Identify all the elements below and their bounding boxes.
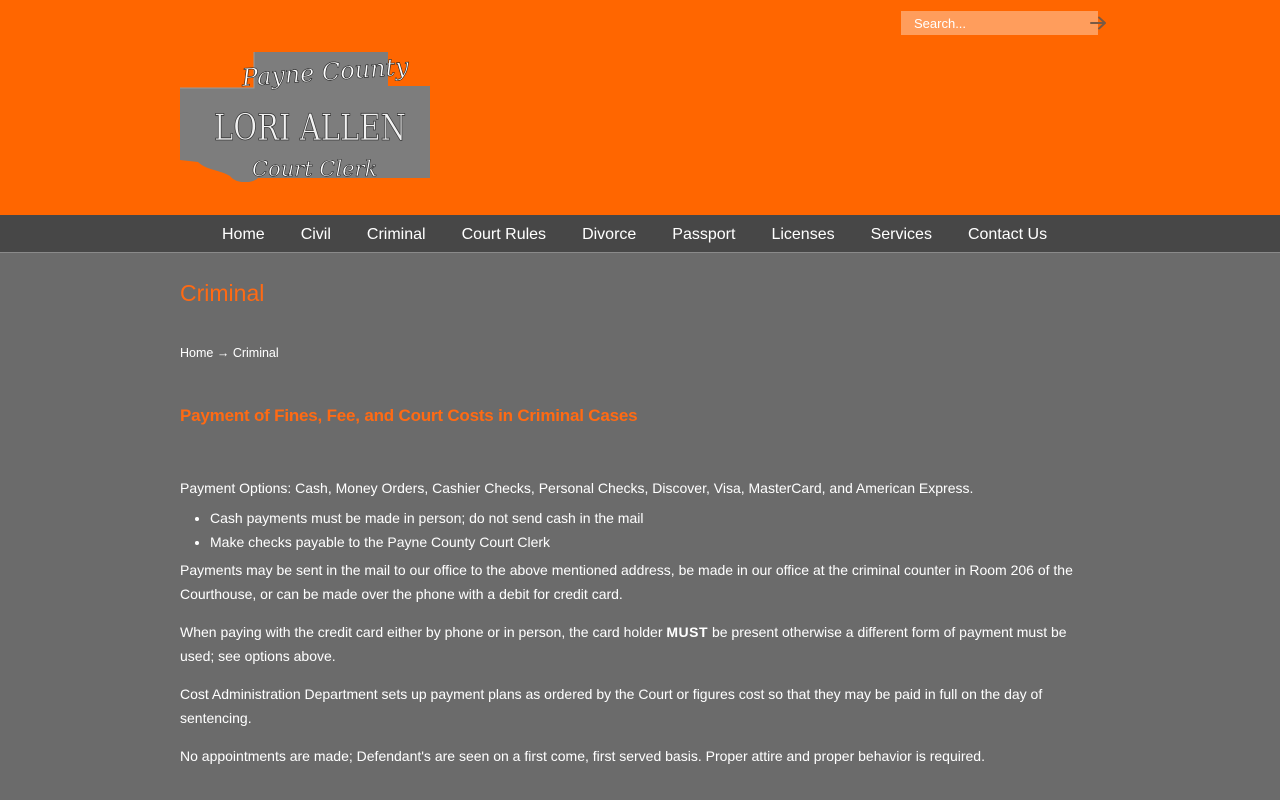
nav-item-services[interactable]: Services: [853, 215, 950, 253]
nav-item-contact-us[interactable]: Contact Us: [950, 215, 1065, 253]
payment-bullet-list: Cash payments must be made in person; do…: [210, 506, 1080, 554]
search-input[interactable]: [901, 11, 1090, 35]
site-logo[interactable]: Payne County LORI ALLEN Court Clerk: [180, 50, 432, 182]
credit-card-paragraph: When paying with the credit card either …: [180, 620, 1080, 668]
arrow-right-icon: [1090, 16, 1106, 30]
nav-item-home[interactable]: Home: [204, 215, 283, 253]
nav-item-divorce[interactable]: Divorce: [564, 215, 654, 253]
site-header: Payne County LORI ALLEN Court Clerk: [0, 0, 1280, 215]
list-item: Make checks payable to the Payne County …: [210, 530, 1080, 554]
search-submit-button[interactable]: [1090, 11, 1108, 35]
appointments-paragraph: No appointments are made; Defendant's ar…: [180, 748, 985, 764]
breadcrumb-home-link[interactable]: Home: [180, 346, 213, 360]
nav-item-civil[interactable]: Civil: [283, 215, 349, 253]
payment-options-text: Payment Options: Cash, Money Orders, Cas…: [180, 480, 974, 496]
breadcrumb: Home → Criminal: [180, 346, 279, 360]
nav-item-passport[interactable]: Passport: [654, 215, 753, 253]
main-nav-list: Home Civil Criminal Court Rules Divorce …: [204, 215, 1065, 253]
list-item: Cash payments must be made in person; do…: [210, 506, 1080, 530]
search-box: [901, 11, 1106, 35]
breadcrumb-separator: →: [216, 346, 230, 360]
section-heading: Payment of Fines, Fee, and Court Costs i…: [180, 406, 638, 425]
must-emphasis: MUST: [666, 624, 709, 640]
credit-card-text-before: When paying with the credit card either …: [180, 624, 667, 640]
page-title: Criminal: [180, 280, 265, 306]
cost-administration-paragraph: Cost Administration Department sets up p…: [180, 686, 1043, 726]
nav-item-criminal[interactable]: Criminal: [349, 215, 444, 253]
article-body: Payment Options: Cash, Money Orders, Cas…: [180, 476, 1080, 782]
main-nav: Home Civil Criminal Court Rules Divorce …: [0, 215, 1280, 253]
mail-payment-paragraph: Payments may be sent in the mail to our …: [180, 562, 1073, 602]
logo-title-text: Court Clerk: [252, 157, 377, 181]
logo-name-text: LORI ALLEN: [214, 108, 406, 149]
nav-item-court-rules[interactable]: Court Rules: [444, 215, 564, 253]
nav-item-licenses[interactable]: Licenses: [753, 215, 852, 253]
breadcrumb-current: Criminal: [232, 346, 279, 360]
